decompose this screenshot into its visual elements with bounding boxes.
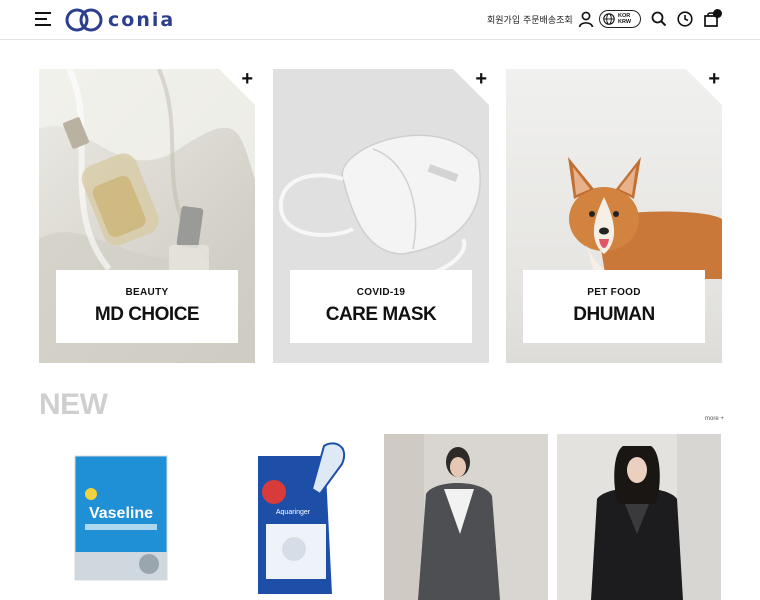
category-subtitle: BEAUTY [125,287,169,298]
logo-mark-icon [65,8,103,32]
product-card[interactable] [557,434,721,600]
language-currency-selector[interactable]: KOR KRW [599,10,641,28]
category-title: DHUMAN [573,304,655,325]
vaseline-mask-image: Vaseline [74,455,168,581]
cart-count-badge [713,9,722,18]
category-card-beauty[interactable]: + BEAUTY MD CHOICE [39,69,255,363]
recent-history-icon[interactable] [676,10,694,28]
category-card-pet[interactable]: + PET FOOD DHUMAN [506,69,722,363]
plus-icon[interactable]: + [708,69,720,89]
category-label-box: BEAUTY MD CHOICE [56,270,238,343]
join-link[interactable]: 회원가입 [487,13,520,26]
category-subtitle: PET FOOD [587,287,641,298]
globe-icon [603,13,615,25]
category-label-box: PET FOOD DHUMAN [523,270,705,343]
category-title: CARE MASK [325,304,437,325]
search-icon[interactable] [650,10,668,28]
site-header: conia 회원가입 주문배송조회 KOR KRW [0,0,760,40]
plus-icon[interactable]: + [241,69,253,89]
category-label-box: COVID-19 CARE MASK [290,270,472,343]
product-card[interactable]: Aquaringer [216,434,380,600]
conia-logo[interactable]: conia [64,6,175,34]
order-tracking-link[interactable]: 주문배송조회 [523,13,573,26]
new-section-title: NEW [39,388,108,421]
category-title: MD CHOICE [94,304,200,325]
jacket-model-image [557,434,721,600]
product-brand-text: Vaseline [89,505,153,522]
currency-code: KRW [618,19,632,25]
coat-model-image [384,434,548,600]
product-card[interactable] [384,434,548,600]
product-brand-text: Aquaringer [276,509,311,516]
category-card-covid[interactable]: + COVID-19 CARE MASK [273,69,489,363]
plus-icon[interactable]: + [475,69,487,89]
logo-text: conia [108,9,176,31]
user-icon[interactable] [577,10,595,28]
menu-icon[interactable] [35,12,51,26]
aquaringer-mask-image: Aquaringer [258,442,345,594]
category-subtitle: COVID-19 [356,287,406,298]
more-link[interactable]: more + [705,416,724,422]
product-card[interactable]: Vaseline [39,434,203,600]
